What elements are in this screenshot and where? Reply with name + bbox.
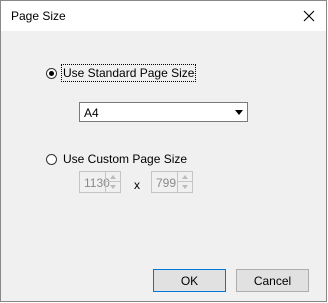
width-spin-buttons: [105, 172, 120, 192]
title-bar: Page Size: [1, 1, 326, 31]
standard-size-radio[interactable]: [46, 67, 57, 79]
height-spin-buttons: [177, 172, 192, 192]
custom-height-spinbox[interactable]: 799: [151, 171, 193, 193]
ok-button-label: OK: [180, 273, 199, 288]
close-button[interactable]: [292, 1, 326, 31]
spin-up-icon: [110, 174, 116, 179]
chevron-down-icon: [235, 109, 243, 115]
dropdown-button[interactable]: [231, 103, 247, 121]
height-spin-down-button[interactable]: [178, 182, 192, 192]
custom-size-option[interactable]: Use Custom Page Size: [46, 152, 187, 166]
width-spin-up-button[interactable]: [106, 172, 120, 182]
cancel-button-label: Cancel: [253, 273, 292, 288]
dialog-title: Page Size: [11, 9, 66, 23]
width-spin-down-button[interactable]: [106, 182, 120, 192]
standard-size-value: A4: [84, 106, 99, 120]
height-spin-up-button[interactable]: [178, 172, 192, 182]
cancel-button[interactable]: Cancel: [236, 269, 309, 292]
dimension-separator: x: [134, 178, 140, 192]
custom-width-spinbox[interactable]: 1130: [79, 171, 121, 193]
spin-up-icon: [182, 174, 188, 179]
custom-height-value: 799: [156, 176, 177, 190]
close-icon: [303, 10, 315, 22]
ok-button[interactable]: OK: [153, 269, 226, 292]
custom-size-radio[interactable]: [46, 153, 57, 165]
standard-size-option[interactable]: Use Standard Page Size: [46, 64, 197, 82]
spin-down-icon: [110, 185, 116, 189]
standard-size-label: Use Standard Page Size: [60, 64, 197, 82]
standard-size-dropdown[interactable]: A4: [79, 102, 248, 122]
spin-down-icon: [182, 185, 188, 189]
page-size-dialog: Page Size Use Standard Page Size A4 Use …: [0, 0, 327, 302]
custom-size-label: Use Custom Page Size: [63, 152, 188, 166]
